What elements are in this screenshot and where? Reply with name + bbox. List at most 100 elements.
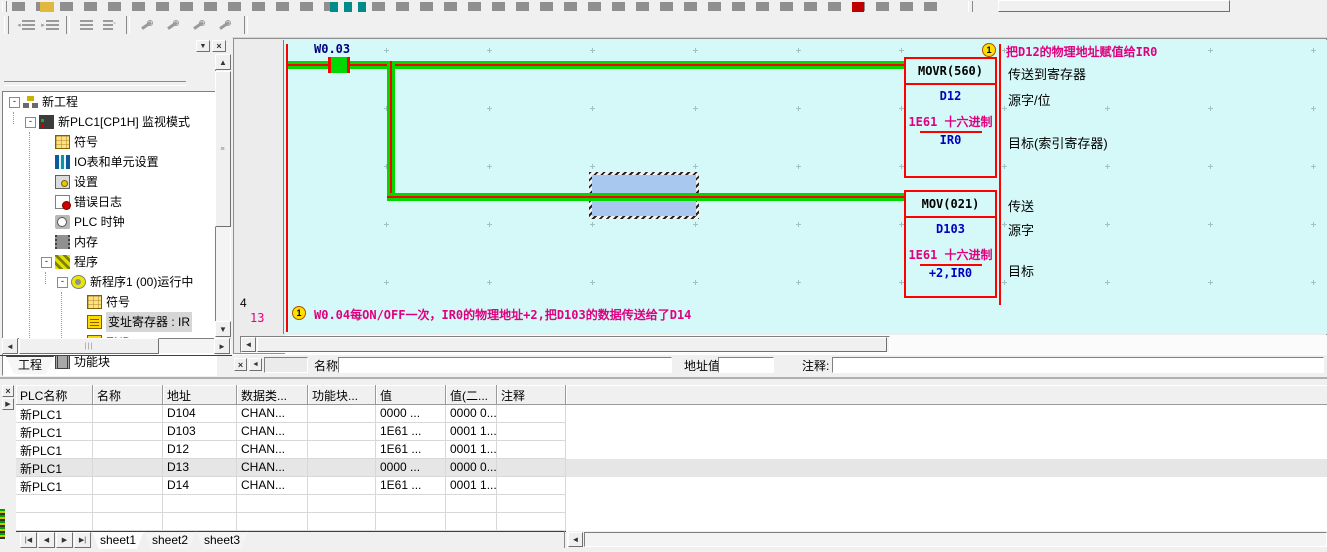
cell-value-binary[interactable]: 0001 1...: [446, 441, 497, 459]
cell-value-binary[interactable]: 0000 0...: [446, 405, 497, 423]
tree-item-programs[interactable]: - 程序: [3, 252, 216, 272]
tree-item-program1[interactable]: - 新程序1 (00)运行中: [3, 272, 216, 292]
cell-data-type[interactable]: CHAN...: [237, 441, 308, 459]
bar-collapse-button[interactable]: ◄: [249, 358, 262, 371]
column-header[interactable]: PLC名称: [16, 385, 93, 404]
cell-name[interactable]: [93, 477, 163, 495]
force-off-button[interactable]: [160, 15, 184, 35]
cell-name[interactable]: [93, 405, 163, 423]
tree-item-plc-clock[interactable]: PLC 时钟: [3, 212, 216, 232]
align-lines-button[interactable]: [74, 15, 98, 35]
cell-address[interactable]: D13: [163, 459, 237, 477]
column-header[interactable]: 值: [376, 385, 446, 404]
force-cancel-button[interactable]: [212, 15, 236, 35]
scroll-right-button[interactable]: ►: [214, 338, 230, 354]
tree-item-project[interactable]: - 新工程: [3, 92, 216, 112]
cell-value[interactable]: 0000 ...: [376, 459, 446, 477]
cell-value-binary[interactable]: 0001 1...: [446, 477, 497, 495]
cell-plc-name[interactable]: 新PLC1: [16, 459, 93, 477]
scroll-left-button[interactable]: ◄: [241, 337, 256, 352]
cell-fb-usage[interactable]: [308, 405, 376, 423]
watch-value-icons[interactable]: [330, 2, 372, 12]
watch-row-d14[interactable]: 新PLC1 D14 CHAN... 1E61 ... 0001 1...: [16, 477, 1327, 495]
collapse-toggle-icon[interactable]: -: [9, 97, 20, 108]
tree-item-io-table[interactable]: IO表和单元设置: [3, 152, 216, 172]
tree-item-settings[interactable]: 设置: [3, 172, 216, 192]
cell-data-type[interactable]: CHAN...: [237, 477, 308, 495]
cell-name[interactable]: [93, 459, 163, 477]
watch-row-d13-selected[interactable]: 新PLC1 D13 CHAN... 0000 ... 0000 0...: [16, 459, 1327, 477]
cell-value-binary[interactable]: 0001 1...: [446, 423, 497, 441]
toolbar-grip[interactable]: [2, 1, 7, 12]
tree-item-error-log[interactable]: 错误日志: [3, 192, 216, 212]
address-value-input[interactable]: [718, 357, 774, 373]
contact-w003[interactable]: [328, 57, 350, 73]
name-input[interactable]: [338, 357, 672, 373]
instruction-mov[interactable]: MOV(021) D103 1E61 十六进制 +2,IR0: [904, 190, 997, 298]
watch-row-d12[interactable]: 新PLC1 D12 CHAN... 1E61 ... 0001 1...: [16, 441, 1327, 459]
last-sheet-button[interactable]: ▶|: [74, 532, 91, 548]
instruction-movr[interactable]: MOVR(560) D12 1E61 十六进制 IR0: [904, 57, 997, 178]
destination-operand[interactable]: +2,IR0: [906, 266, 995, 281]
cell-data-type[interactable]: CHAN...: [237, 423, 308, 441]
collapse-toggle-icon[interactable]: -: [57, 277, 68, 288]
column-header[interactable]: 地址: [163, 385, 237, 404]
collapse-toggle-icon[interactable]: -: [25, 117, 36, 128]
tree-hscroll-thumb[interactable]: |||: [19, 338, 159, 354]
watch-row-empty[interactable]: [16, 513, 1327, 531]
tree-item-symbols-local[interactable]: 符号: [3, 292, 216, 312]
cell-value[interactable]: 0000 ...: [376, 405, 446, 423]
comment-lines-button[interactable]: °: [98, 15, 122, 35]
toolbar-grip[interactable]: [4, 16, 9, 34]
column-header[interactable]: 注释: [497, 385, 566, 404]
cell-address[interactable]: D104: [163, 405, 237, 423]
watch-row-d104[interactable]: 新PLC1 D104 CHAN... 0000 ... 0000 0...: [16, 405, 1327, 423]
source-operand[interactable]: D103: [906, 222, 995, 237]
cell-plc-name[interactable]: 新PLC1: [16, 441, 93, 459]
column-header[interactable]: 功能块...: [308, 385, 376, 404]
open-icon[interactable]: [40, 2, 54, 12]
panel-dropdown-button[interactable]: ▼: [196, 40, 210, 52]
ladder-canvas[interactable]: W0.03 MOVR(560) D12 1E61 十六进制 IR0 MOV(02…: [284, 40, 1327, 334]
scroll-left-button[interactable]: ◄: [2, 338, 18, 354]
panel-close-button[interactable]: ×: [212, 40, 226, 52]
tree-item-plc[interactable]: - 新PLC1[CP1H] 监视模式: [3, 112, 216, 132]
cell-plc-name[interactable]: 新PLC1: [16, 423, 93, 441]
cell-data-type[interactable]: CHAN...: [237, 405, 308, 423]
tab-sheet1-active[interactable]: sheet1: [92, 531, 144, 549]
cell-address[interactable]: D103: [163, 423, 237, 441]
cell-value[interactable]: 1E61 ...: [376, 423, 446, 441]
toolbar-grip[interactable]: [968, 1, 973, 12]
cell-fb-usage[interactable]: [308, 441, 376, 459]
scroll-down-button[interactable]: ▼: [215, 321, 231, 337]
cell-data-type[interactable]: CHAN...: [237, 459, 308, 477]
tree-item-memory[interactable]: 内存: [3, 232, 216, 252]
cell-value[interactable]: 1E61 ...: [376, 477, 446, 495]
force-toggle-button[interactable]: [186, 15, 210, 35]
ladder-hscroll-thumb[interactable]: [257, 337, 887, 352]
watch-close-button[interactable]: ×: [2, 385, 14, 397]
panel-drag-grip[interactable]: [4, 81, 186, 86]
column-header[interactable]: 值(二...: [446, 385, 497, 404]
force-on-button[interactable]: [134, 15, 158, 35]
watch-row-d103[interactable]: 新PLC1 D103 CHAN... 1E61 ... 0001 1...: [16, 423, 1327, 441]
comment-input[interactable]: [832, 357, 1324, 373]
cell-fb-usage[interactable]: [308, 477, 376, 495]
watch-horizontal-scrollbar[interactable]: [584, 532, 1327, 547]
scroll-up-button[interactable]: ▲: [215, 54, 231, 70]
tab-project[interactable]: 工程: [6, 356, 54, 374]
indent-left-button[interactable]: ◂: [14, 15, 38, 35]
cell-comment[interactable]: [497, 423, 566, 441]
zoom-box[interactable]: [998, 0, 1230, 12]
cell-address[interactable]: D12: [163, 441, 237, 459]
cell-value-binary[interactable]: 0000 0...: [446, 459, 497, 477]
cell-comment[interactable]: [497, 441, 566, 459]
cell-name[interactable]: [93, 441, 163, 459]
tab-sheet2[interactable]: sheet2: [144, 531, 196, 549]
cell-name[interactable]: [93, 423, 163, 441]
scroll-left-button[interactable]: ◄: [568, 532, 583, 547]
tab-sheet3[interactable]: sheet3: [196, 531, 248, 549]
cell-fb-usage[interactable]: [308, 459, 376, 477]
tree-item-index-register[interactable]: 变址寄存器 : IR: [3, 312, 216, 332]
first-sheet-button[interactable]: |◀: [20, 532, 37, 548]
